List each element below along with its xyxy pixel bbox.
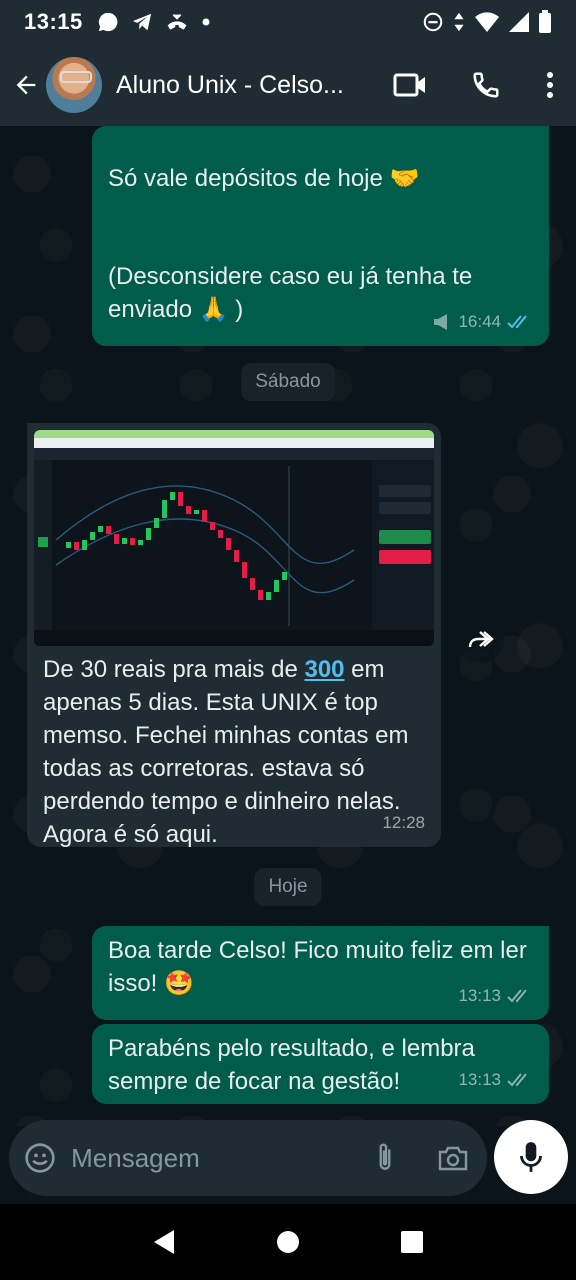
candle (274, 580, 279, 592)
candle (210, 522, 215, 530)
signal-icon (509, 12, 529, 32)
data-arrows-icon (454, 12, 464, 32)
emoji-button[interactable] (9, 1142, 71, 1174)
attach-button[interactable] (351, 1142, 419, 1174)
overflow-menu-button[interactable] (524, 44, 576, 126)
chat-area[interactable]: Só vale depósitos de hoje 🤝 (Desconsider… (0, 126, 576, 1126)
image-attachment[interactable] (34, 430, 434, 646)
wifi-icon (475, 12, 499, 32)
contact-avatar[interactable] (46, 57, 102, 113)
voice-call-button[interactable] (448, 44, 524, 126)
candle (258, 590, 263, 600)
forward-arrow-icon (468, 631, 494, 648)
candle (146, 528, 151, 540)
video-call-button[interactable] (372, 44, 448, 126)
candle (122, 538, 127, 544)
phone-icon (473, 72, 499, 98)
highlighted-number-link[interactable]: 300 (304, 656, 344, 683)
message-meta: 16:44 (432, 305, 533, 338)
nav-home-icon[interactable] (276, 1230, 300, 1254)
message-composer (9, 1120, 487, 1196)
do-not-disturb-icon (423, 12, 443, 32)
candle (282, 572, 287, 580)
candle (250, 578, 255, 590)
battery-icon (539, 10, 551, 33)
status-bar: 13:15 (0, 0, 576, 44)
candle (234, 550, 239, 562)
message-incoming[interactable]: De 30 reais pra mais de 300 em apenas 5 … (27, 423, 441, 848)
camera-button[interactable] (419, 1144, 487, 1172)
candle (114, 534, 119, 544)
message-outgoing[interactable]: Boa tarde Celso! Fico muito feliz em ler… (92, 926, 549, 1020)
candle (162, 500, 167, 518)
double-check-icon (507, 988, 527, 1002)
dot-icon (202, 18, 210, 26)
candle (66, 542, 71, 548)
candle (82, 540, 87, 550)
camera-icon (438, 1146, 468, 1171)
system-navigation-bar (0, 1204, 576, 1280)
microphone-icon (520, 1142, 542, 1172)
message-outgoing[interactable]: Parabéns pelo resultado, e lembra sempre… (92, 1024, 549, 1104)
forward-button[interactable] (458, 617, 504, 663)
emoji-icon (25, 1143, 55, 1173)
chat-title[interactable]: Aluno Unix - Celso... (116, 71, 356, 100)
candle (226, 538, 231, 550)
message-time: 13:13 (458, 1070, 501, 1089)
message-meta: 12:28 (382, 806, 425, 839)
trading-platform-screenshot (34, 430, 434, 646)
arrow-left-icon (16, 75, 36, 95)
candle (242, 562, 247, 578)
candle (98, 526, 103, 532)
candle (218, 530, 223, 538)
candle (178, 492, 183, 506)
system-icons (422, 10, 552, 34)
candle (138, 540, 143, 545)
nav-back-icon[interactable] (152, 1229, 176, 1255)
back-button[interactable] (0, 44, 52, 126)
video-camera-icon (393, 73, 425, 97)
voice-record-button[interactable] (494, 1120, 568, 1194)
nav-recents-icon[interactable] (400, 1230, 424, 1254)
candle (74, 542, 79, 550)
message-text: De 30 reais pra mais de 300 em apenas 5 … (43, 656, 409, 848)
missed-call-icon (167, 14, 187, 30)
status-time: 13:15 (24, 9, 83, 34)
chat-header: Aluno Unix - Celso... (0, 44, 576, 126)
message-meta: 13:13 (458, 979, 533, 1012)
message-text: Só vale depósitos de hoje 🤝 (108, 165, 420, 192)
candle (106, 526, 111, 534)
whatsapp-notification-icon (98, 12, 118, 32)
message-meta: 13:13 (458, 1063, 533, 1096)
candle (202, 510, 207, 522)
date-separator: Hoje (254, 868, 322, 906)
more-vertical-icon (547, 72, 553, 98)
candle (154, 518, 159, 528)
message-time: 13:13 (458, 986, 501, 1005)
telegram-notification-icon (132, 13, 151, 31)
candle (186, 506, 191, 514)
message-time: 16:44 (458, 312, 501, 331)
date-separator: Sábado (241, 363, 335, 401)
paperclip-icon (379, 1143, 391, 1170)
message-outgoing[interactable]: Só vale depósitos de hoje 🤝 (Desconsider… (92, 126, 549, 346)
message-text: Parabéns pelo resultado, e lembra sempre… (108, 1035, 475, 1095)
message-time: 12:28 (382, 813, 425, 832)
double-check-icon (507, 1072, 527, 1086)
megaphone-icon (434, 313, 448, 330)
message-input[interactable] (71, 1142, 352, 1174)
candle (170, 492, 175, 500)
notification-icons (97, 11, 211, 33)
candle (266, 592, 271, 600)
candle (90, 532, 95, 540)
candle (194, 510, 199, 514)
candle (130, 538, 135, 545)
double-check-read-icon (507, 314, 527, 328)
